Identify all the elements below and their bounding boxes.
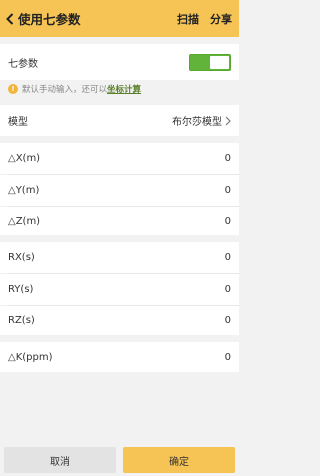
coordinate-calc-link[interactable]: 坐标计算 <box>107 83 141 95</box>
footer-bar: 取消 确定 <box>0 442 239 476</box>
info-icon: ! <box>8 84 18 94</box>
header-actions: 扫描 分享 <box>177 11 232 27</box>
param-label: △X(m) <box>8 153 41 164</box>
param-value[interactable]: 0 <box>225 153 231 164</box>
param-value[interactable]: 0 <box>225 185 231 196</box>
seven-param-label: 七参数 <box>8 58 38 70</box>
model-value: 布尔莎模型 <box>172 117 222 128</box>
param-value[interactable]: 0 <box>225 315 231 326</box>
param-label: RY(s) <box>8 284 34 295</box>
confirm-button[interactable]: 确定 <box>123 447 235 473</box>
cancel-button[interactable]: 取消 <box>4 447 116 473</box>
app-header: 使用七参数 扫描 分享 <box>0 0 239 37</box>
scan-button[interactable]: 扫描 <box>177 11 199 27</box>
param-row-dk[interactable]: △K(ppm) 0 <box>0 342 239 372</box>
input-hint: ! 默认手动输入，还可以 坐标计算 <box>0 80 239 98</box>
param-label: RX(s) <box>8 252 35 263</box>
param-label: △K(ppm) <box>8 351 53 363</box>
param-row-dy[interactable]: △Y(m) 0 <box>0 175 239 206</box>
seven-param-toggle-row: 七参数 <box>0 44 239 80</box>
seven-param-switch[interactable] <box>189 53 231 71</box>
param-row-rz[interactable]: RZ(s) 0 <box>0 306 239 335</box>
param-row-dz[interactable]: △Z(m) 0 <box>0 207 239 235</box>
share-button[interactable]: 分享 <box>210 11 232 27</box>
back-chevron-icon[interactable] <box>3 0 17 37</box>
param-value[interactable]: 0 <box>225 284 231 295</box>
param-label: △Z(m) <box>8 215 41 227</box>
param-row-dx[interactable]: △X(m) 0 <box>0 143 239 174</box>
param-row-ry[interactable]: RY(s) 0 <box>0 274 239 305</box>
param-value[interactable]: 0 <box>225 216 231 227</box>
model-label: 模型 <box>8 117 28 128</box>
chevron-right-icon <box>225 116 231 126</box>
hint-text: 默认手动输入，还可以 <box>22 85 108 95</box>
page-title: 使用七参数 <box>18 12 81 27</box>
model-row[interactable]: 模型 布尔莎模型 <box>0 105 239 136</box>
param-value[interactable]: 0 <box>225 352 231 363</box>
param-label: RZ(s) <box>8 315 35 326</box>
param-row-rx[interactable]: RX(s) 0 <box>0 242 239 273</box>
switch-knob <box>210 55 229 69</box>
param-label: △Y(m) <box>8 185 40 196</box>
param-value[interactable]: 0 <box>225 252 231 263</box>
